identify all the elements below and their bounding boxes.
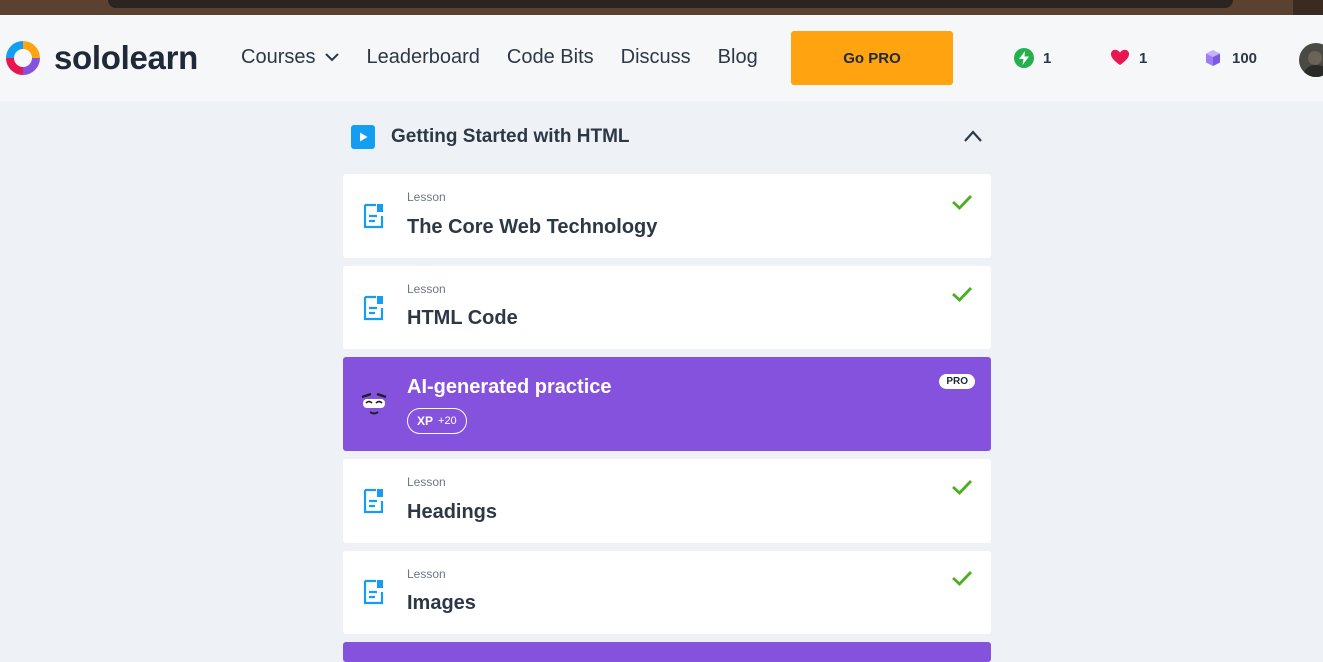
nav-discuss[interactable]: Discuss [621, 46, 691, 69]
sololearn-logo[interactable]: sololearn [2, 37, 198, 79]
lesson-document-icon [363, 488, 384, 514]
lesson-kind-label: Lesson [407, 282, 446, 296]
top-navigation-bar: sololearn Courses Leaderboard Code Bits … [0, 15, 1323, 101]
lesson-card[interactable]: Lesson HTML Code [343, 266, 991, 349]
lesson-title: The Core Web Technology [407, 216, 658, 238]
nav-courses[interactable]: Courses [241, 46, 340, 69]
lesson-title: HTML Code [407, 307, 518, 329]
play-icon [351, 125, 375, 149]
xp-label: XP [417, 414, 434, 428]
xp-reward-badge: XP +20 [407, 408, 467, 434]
module-header[interactable]: Getting Started with HTML [343, 120, 991, 154]
nav-leaderboard[interactable]: Leaderboard [366, 46, 479, 69]
lesson-kind-label: Lesson [407, 475, 446, 489]
heart-icon [1111, 49, 1129, 65]
pro-badge: PRO [939, 374, 975, 389]
nav-leaderboard-label: Leaderboard [366, 46, 480, 68]
ai-practice-card-partial[interactable] [343, 642, 991, 662]
xp-value: +20 [438, 415, 457, 427]
nav-code-bits[interactable]: Code Bits [507, 46, 594, 69]
main-nav: Courses Leaderboard Code Bits Discuss Bl… [241, 46, 758, 69]
chevron-down-icon [325, 53, 340, 62]
nav-code-bits-label: Code Bits [506, 46, 594, 68]
browser-address-bar[interactable] [108, 0, 1233, 8]
streak-counter[interactable]: 1 [1014, 48, 1051, 68]
check-icon [952, 571, 973, 586]
hearts-value: 1 [1139, 49, 1148, 67]
streak-value: 1 [1043, 49, 1052, 67]
go-pro-button[interactable]: Go PRO [791, 31, 953, 85]
avatar[interactable] [1299, 43, 1323, 77]
practice-title: AI-generated practice [407, 376, 612, 398]
cube-icon [1206, 50, 1220, 66]
check-icon [952, 287, 973, 302]
lesson-card[interactable]: Lesson Images [343, 551, 991, 634]
nav-courses-label: Courses [241, 46, 316, 68]
check-icon [952, 480, 973, 495]
lesson-card[interactable]: Lesson The Core Web Technology [343, 174, 991, 258]
lesson-document-icon [363, 203, 384, 229]
check-icon [952, 195, 973, 210]
lesson-kind-label: Lesson [407, 190, 446, 204]
lesson-title: Images [407, 592, 476, 614]
avatar-body [1303, 65, 1323, 77]
lesson-title: Headings [407, 501, 498, 523]
nav-blog-label: Blog [717, 46, 758, 68]
browser-edge [1293, 0, 1323, 15]
brand-name: sololearn [54, 39, 199, 76]
hearts-counter[interactable]: 1 [1110, 48, 1147, 68]
sololearn-logo-icon [6, 41, 40, 75]
module-title: Getting Started with HTML [391, 126, 630, 147]
lesson-document-icon [363, 579, 384, 605]
nav-blog[interactable]: Blog [718, 46, 758, 69]
avatar-face [1308, 51, 1322, 65]
mascot-icon [361, 392, 387, 415]
lesson-kind-label: Lesson [407, 567, 446, 581]
ai-practice-card[interactable]: AI-generated practice XP +20 PRO [343, 357, 991, 451]
lesson-document-icon [363, 295, 384, 321]
bits-counter[interactable]: 100 [1203, 48, 1257, 68]
bits-value: 100 [1232, 49, 1258, 67]
browser-top-bar [0, 0, 1323, 15]
lightning-icon [1014, 48, 1034, 68]
lesson-card[interactable]: Lesson Headings [343, 459, 991, 543]
chevron-up-icon[interactable] [963, 129, 983, 143]
nav-discuss-label: Discuss [620, 46, 691, 68]
